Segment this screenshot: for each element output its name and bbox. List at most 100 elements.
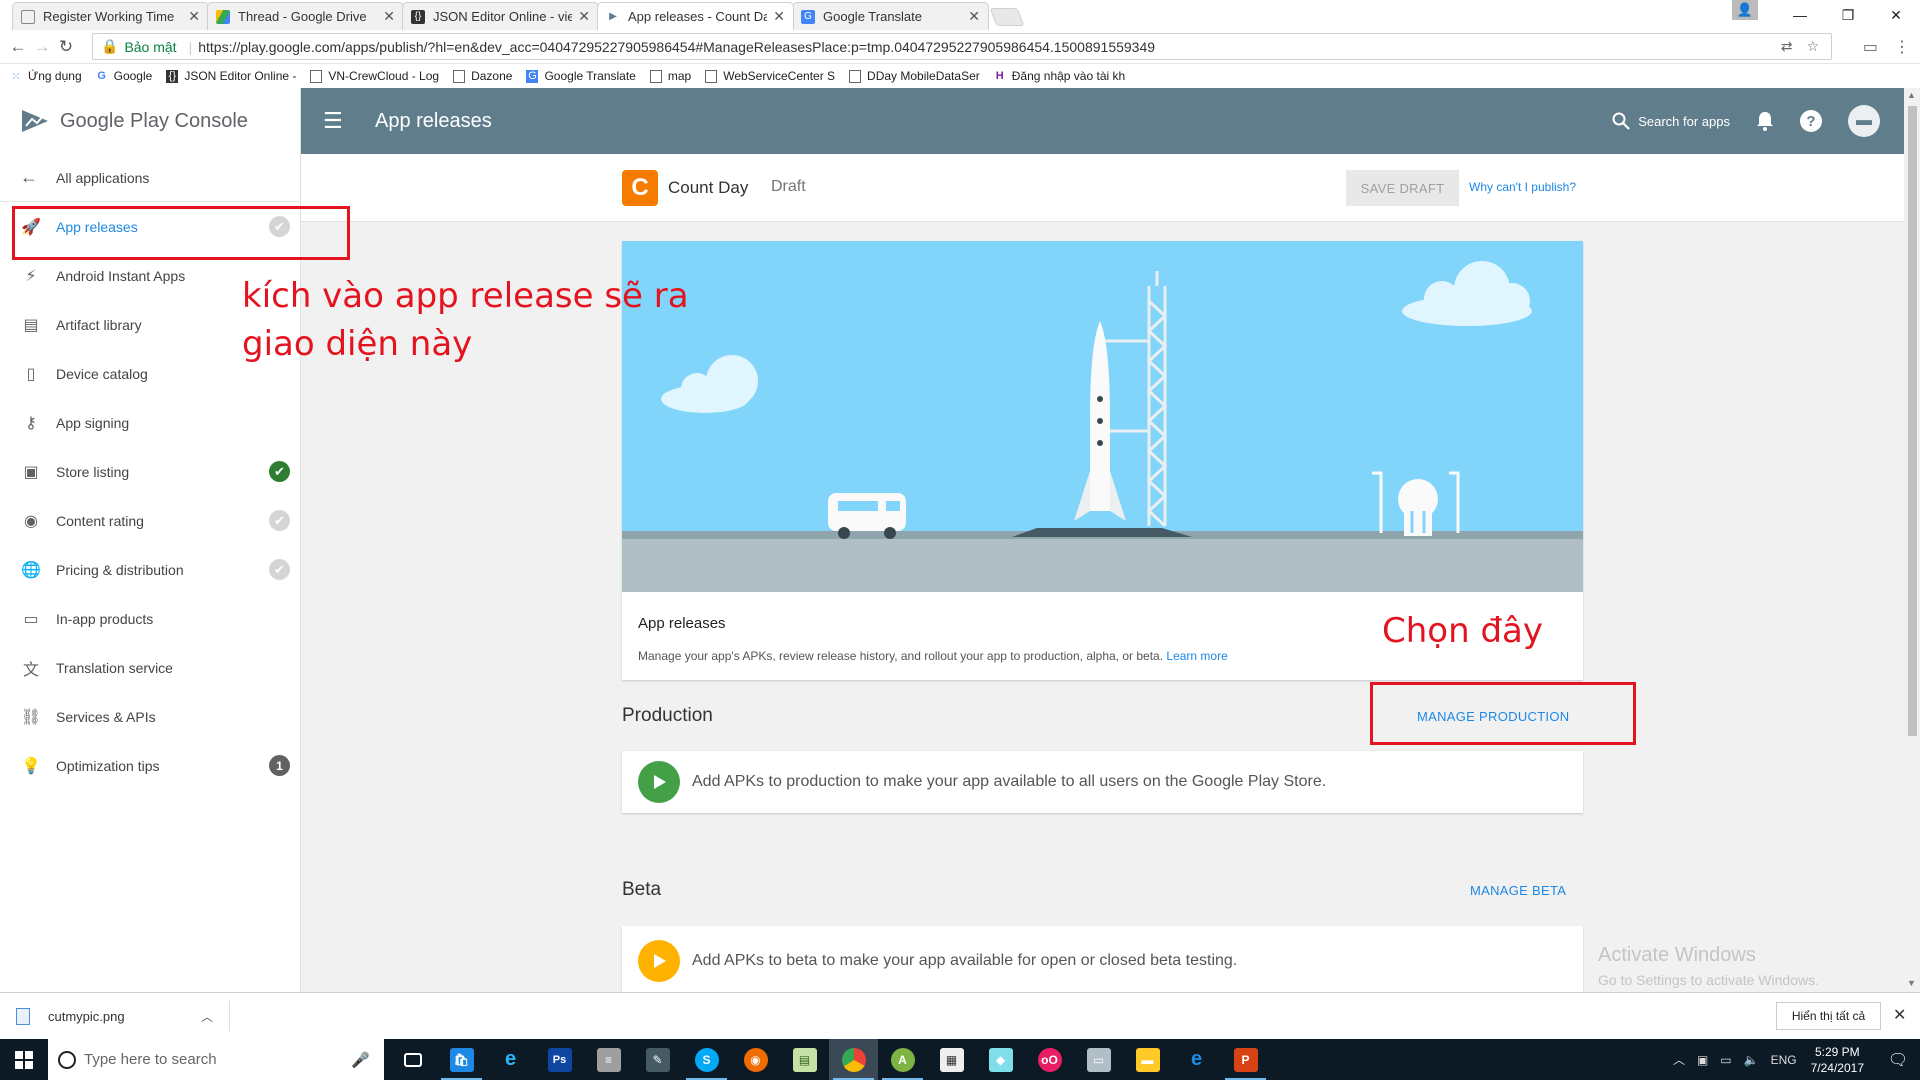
sidebar-item-store-listing[interactable]: ▣ Store listing ✔ <box>0 447 300 496</box>
download-item[interactable]: cutmypic.png ︿ <box>16 1001 230 1031</box>
internet-explorer-icon[interactable]: e <box>486 1039 535 1080</box>
chrome-icon[interactable] <box>829 1039 878 1080</box>
network-icon[interactable]: ▭ <box>1720 1053 1731 1067</box>
all-applications-link[interactable]: ← All applications <box>0 154 300 202</box>
browser-tab[interactable]: Register Working Time ✕ <box>12 2 209 30</box>
scrollbar-thumb[interactable] <box>1908 106 1917 736</box>
close-window-button[interactable]: ✕ <box>1872 0 1920 30</box>
hamburger-menu-icon[interactable]: ☰ <box>323 108 347 134</box>
back-icon[interactable]: ← <box>6 37 30 57</box>
sidebar-item-pricing-distribution[interactable]: 🌐 Pricing & distribution ✔ <box>0 545 300 594</box>
android-studio-icon[interactable]: A <box>878 1039 927 1080</box>
volume-icon[interactable]: 🔈 <box>1744 1053 1759 1067</box>
sidebar-item-optimization-tips[interactable]: 💡 Optimization tips 1 <box>0 741 300 790</box>
translate-page-icon[interactable]: ⇄ <box>1781 38 1793 55</box>
taskbar-search-input[interactable]: Type here to search 🎤 <box>48 1039 384 1080</box>
windows-start-icon[interactable] <box>0 1039 48 1080</box>
close-icon[interactable]: ✕ <box>773 8 785 25</box>
sidebar-item-in-app-products[interactable]: ▭ In-app products <box>0 594 300 643</box>
clock[interactable]: 5:29 PM 7/24/2017 <box>1811 1044 1864 1076</box>
extension-icon[interactable]: ▭ <box>1863 37 1878 57</box>
sidebar-item-translation-service[interactable]: 文 Translation service <box>0 643 300 692</box>
bookmark-item[interactable]: H Đăng nhập vào tài kh <box>994 69 1125 83</box>
bookmark-item[interactable]: VN-CrewCloud - Log <box>310 69 439 83</box>
drive-icon <box>216 9 230 24</box>
store-icon[interactable]: 🛍 <box>437 1039 486 1080</box>
bookmark-item[interactable]: DDay MobileDataSer <box>849 69 980 83</box>
tab-title: JSON Editor Online - vie <box>433 9 573 24</box>
close-icon[interactable]: ✕ <box>968 8 980 25</box>
json-icon: {} <box>166 69 179 83</box>
close-icon[interactable]: ✕ <box>188 8 200 25</box>
minimize-button[interactable]: — <box>1776 0 1824 30</box>
card-icon: ▭ <box>23 610 39 628</box>
task-view-icon[interactable] <box>388 1039 437 1080</box>
scroll-down-icon[interactable]: ▼ <box>1907 978 1916 988</box>
new-tab-button[interactable] <box>989 8 1025 26</box>
bookmark-item[interactable]: {} JSON Editor Online - <box>166 69 296 83</box>
save-draft-button[interactable]: SAVE DRAFT <box>1346 170 1459 206</box>
close-icon[interactable]: ✕ <box>1893 1005 1906 1025</box>
scroll-up-icon[interactable]: ▲ <box>1907 90 1916 100</box>
user-icon[interactable]: 👤 <box>1732 0 1758 20</box>
bookmark-item[interactable]: Dazone <box>453 69 512 83</box>
netbeans-icon[interactable]: oO <box>1025 1039 1074 1080</box>
rating-icon: ◉ <box>24 512 38 530</box>
tray-app-icon[interactable]: ▣ <box>1697 1053 1708 1067</box>
page-scrollbar[interactable]: ▲ ▼ <box>1904 88 1920 992</box>
json-icon: {} <box>411 9 425 24</box>
notifications-bell-icon[interactable] <box>1756 111 1774 131</box>
file-explorer-icon[interactable]: ▬ <box>1123 1039 1172 1080</box>
menu-dots-icon[interactable]: ⋮ <box>1894 37 1910 57</box>
chevron-up-icon[interactable]: ︿ <box>1673 1051 1685 1068</box>
photoshop-icon[interactable]: Ps <box>535 1039 584 1080</box>
chevron-up-icon[interactable]: ︿ <box>201 1008 213 1025</box>
url-text[interactable]: https://play.google.com/apps/publish/?hl… <box>198 39 1780 55</box>
shape-app-icon[interactable]: ◆ <box>976 1039 1025 1080</box>
browser-tab-active[interactable]: ▶ App releases - Count Da ✕ <box>597 2 794 30</box>
edge-icon[interactable]: e <box>1172 1039 1221 1080</box>
skype-icon[interactable]: S <box>682 1039 731 1080</box>
bookmark-apps[interactable]: ⁙ Ứng dụng <box>10 69 81 83</box>
annotation-box-manage-production <box>1370 682 1636 745</box>
bookmark-item[interactable]: WebServiceCenter S <box>705 69 835 83</box>
search-apps-button[interactable]: Search for apps <box>1612 112 1730 130</box>
browser-tab[interactable]: G Google Translate ✕ <box>792 2 989 30</box>
help-icon[interactable]: ? <box>1800 110 1822 132</box>
browser-tab[interactable]: {} JSON Editor Online - vie ✕ <box>402 2 599 30</box>
lock-icon: 🔒 <box>101 38 119 54</box>
powerpoint-icon[interactable]: P <box>1221 1039 1270 1080</box>
show-all-downloads-button[interactable]: Hiển thị tất cả <box>1776 1002 1881 1030</box>
manage-beta-button[interactable]: MANAGE BETA <box>1470 883 1566 898</box>
bookmark-item[interactable]: G Google <box>96 69 152 83</box>
browser-tab[interactable]: Thread - Google Drive ✕ <box>207 2 404 30</box>
close-icon[interactable]: ✕ <box>578 8 590 25</box>
calculator-icon[interactable]: ▦ <box>927 1039 976 1080</box>
account-avatar[interactable]: ▬ <box>1848 105 1880 137</box>
language-indicator[interactable]: ENG <box>1771 1053 1797 1067</box>
sidebar-item-app-signing[interactable]: ⚷ App signing <box>0 398 300 447</box>
bookmark-item[interactable]: map <box>649 69 691 83</box>
play-console-logo[interactable]: Google Play Console <box>0 88 301 154</box>
sidebar-item-content-rating[interactable]: ◉ Content rating ✔ <box>0 496 300 545</box>
why-cant-publish-link[interactable]: Why can't I publish? <box>1469 180 1576 194</box>
translate-icon: 文 <box>22 661 39 679</box>
database-icon[interactable]: ≡ <box>584 1039 633 1080</box>
learn-more-link[interactable]: Learn more <box>1166 649 1227 663</box>
address-bar[interactable]: 🔒 Bảo mật | https://play.google.com/apps… <box>92 33 1832 60</box>
firefox-icon[interactable]: ◉ <box>731 1039 780 1080</box>
reload-icon[interactable]: ↻ <box>54 37 78 57</box>
bookmark-item[interactable]: G Google Translate <box>526 69 636 83</box>
forward-icon[interactable]: → <box>30 37 54 57</box>
remote-desktop-icon[interactable]: ▭ <box>1074 1039 1123 1080</box>
app-icon: C <box>622 170 658 206</box>
logo-text: Console <box>174 109 248 132</box>
action-center-icon[interactable]: 🗨 <box>1876 1050 1920 1070</box>
close-icon[interactable]: ✕ <box>383 8 395 25</box>
bookmark-star-icon[interactable]: ☆ <box>1806 38 1819 55</box>
sidebar-item-services-apis[interactable]: ⛓ Services & APIs <box>0 692 300 741</box>
microphone-icon[interactable]: 🎤 <box>351 1051 370 1069</box>
paint-tool-icon[interactable]: ✎ <box>633 1039 682 1080</box>
restore-button[interactable]: ❐ <box>1824 0 1872 30</box>
notepad-icon[interactable]: ▤ <box>780 1039 829 1080</box>
